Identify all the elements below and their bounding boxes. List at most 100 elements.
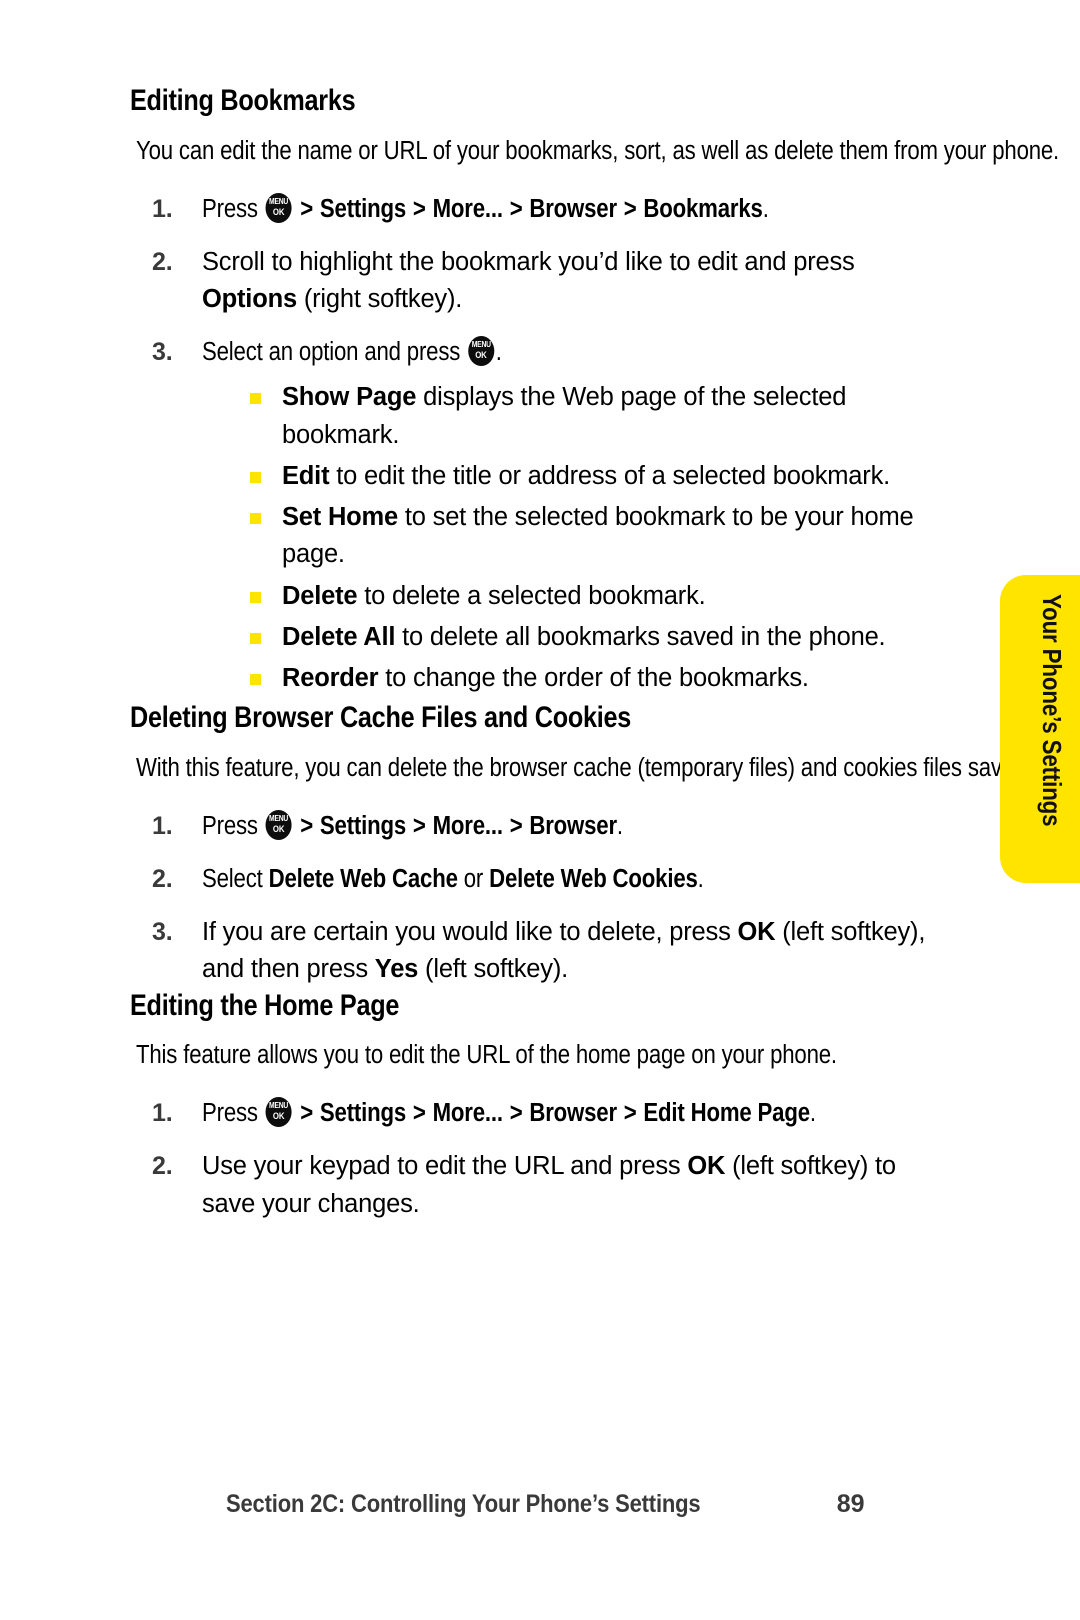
path-segment-bookmarks: Bookmarks <box>643 194 763 223</box>
step-text-lead: Use your keypad to edit the URL and pres… <box>202 1152 688 1181</box>
heading-text: Editing the Home Page <box>130 988 400 1022</box>
path-chevron: > <box>406 1099 432 1128</box>
menu-ok-key-icon: MENU OK <box>467 336 495 367</box>
section-intro-editing-bookmarks: You can edit the name or URL of your boo… <box>136 133 1059 171</box>
menu-key-top-label: MENU <box>269 812 289 823</box>
menu-key-bottom-label: OK <box>272 206 285 217</box>
step-number: 1. <box>152 811 173 840</box>
bullet-term: Reorder <box>282 663 379 692</box>
path-chevron: > <box>617 194 643 223</box>
step-item: 1. Press MENU OK > Settings > More... > B… <box>130 191 950 228</box>
menu-key-bottom-label: OK <box>272 1111 285 1122</box>
intro-text: With this feature, you can delete the br… <box>136 753 1080 782</box>
step-number: 2. <box>152 247 173 276</box>
bullet-description: to edit the title or address of a select… <box>329 461 890 490</box>
step-item: 1. Press MENU OK > Settings > More... > B… <box>130 1095 950 1132</box>
path-chevron: > <box>503 1099 529 1128</box>
step-text-trail: (left softkey). <box>418 955 569 984</box>
step-text: Press MENU OK > Settings > More... > Brow… <box>202 809 686 840</box>
step-number: 2. <box>152 864 173 893</box>
path-chevron: > <box>294 1099 320 1128</box>
step-text-lead: Select <box>202 864 269 893</box>
bullet-description: to delete a selected bookmark. <box>357 581 706 610</box>
square-bullet-icon <box>250 673 261 685</box>
square-bullet-icon <box>250 393 261 405</box>
path-chevron: > <box>617 1099 643 1128</box>
step-number: 2. <box>152 1152 173 1181</box>
bullet-term: Set Home <box>282 503 399 532</box>
step-item: 3. Select an option and press MENU OK. <box>130 334 950 371</box>
list-item: Delete to delete a selected bookmark. <box>242 578 950 615</box>
list-item: Set Home to set the selected bookmark to… <box>242 499 950 573</box>
step-text: If you are certain you would like to del… <box>202 918 925 983</box>
step-bold-options: Options <box>202 284 297 313</box>
step-item: 1. Press MENU OK > Settings > More... > B… <box>130 808 950 845</box>
path-segment-browser: Browser <box>529 194 617 223</box>
chapter-thumb-tab: Your Phone’s Settings <box>1000 575 1080 883</box>
step-bold-ok: OK <box>687 1152 726 1181</box>
square-bullet-icon <box>250 632 261 644</box>
step-text-trail: . <box>697 864 704 893</box>
path-segment-edit-home-page: Edit Home Page <box>643 1099 810 1128</box>
list-item: Show Page displays the Web page of the s… <box>242 379 950 453</box>
step-list-editing-bookmarks: 1. Press MENU OK > Settings > More... > B… <box>130 191 950 372</box>
step-suffix: . <box>762 194 769 223</box>
list-item: Edit to edit the title or address of a s… <box>242 458 950 495</box>
step-prefix: Press <box>202 1099 264 1128</box>
footer-page-number: 89 <box>836 1490 865 1518</box>
step-list-editing-home-page: 1. Press MENU OK > Settings > More... > B… <box>130 1095 950 1223</box>
path-segment-browser: Browser <box>529 1099 617 1128</box>
chapter-thumb-tab-label: Your Phone’s Settings <box>1037 593 1068 827</box>
menu-key-top-label: MENU <box>269 195 289 206</box>
list-item: Delete All to delete all bookmarks saved… <box>242 619 950 656</box>
path-segment-more: More... <box>432 1099 503 1128</box>
footer-section-title: Section 2C: Controlling Your Phone’s Set… <box>225 1490 701 1518</box>
step-bold-delete-web-cookies: Delete Web Cookies <box>489 864 698 893</box>
step-text-lead: Select an option and press <box>202 338 467 367</box>
menu-key-bottom-label: OK <box>272 823 285 834</box>
section-heading-deleting-browser-cache: Deleting Browser Cache Files and Cookies <box>130 701 950 736</box>
bullet-list-bookmark-options: Show Page displays the Web page of the s… <box>130 379 950 697</box>
section-heading-editing-bookmarks: Editing Bookmarks <box>130 84 950 119</box>
bullet-term: Edit <box>282 461 330 490</box>
step-prefix: Press <box>202 194 264 223</box>
step-text-lead: If you are certain you would like to del… <box>202 918 738 947</box>
path-chevron: > <box>503 811 529 840</box>
step-text-trail: . <box>495 338 502 367</box>
step-bold-delete-web-cache: Delete Web Cache <box>268 864 458 893</box>
path-segment-settings: Settings <box>319 811 407 840</box>
step-prefix: Press <box>202 811 264 840</box>
menu-ok-key-icon: MENU OK <box>265 192 292 223</box>
section-intro-editing-home-page: This feature allows you to edit the URL … <box>136 1037 950 1075</box>
square-bullet-icon <box>250 513 261 525</box>
intro-text: This feature allows you to edit the URL … <box>136 1041 837 1070</box>
step-bold-ok: OK <box>737 918 776 947</box>
intro-text: You can edit the name or URL of your boo… <box>136 136 1060 165</box>
path-chevron: > <box>294 811 320 840</box>
step-text: Select Delete Web Cache or Delete Web Co… <box>202 865 779 893</box>
step-text-lead: Scroll to highlight the bookmark you’d l… <box>202 247 855 276</box>
path-chevron: > <box>406 194 432 223</box>
bullet-term: Show Page <box>282 383 417 412</box>
menu-key-bottom-label: OK <box>475 350 487 361</box>
manual-page: Editing Bookmarks You can edit the name … <box>0 0 1080 1620</box>
list-item: Reorder to change the order of the bookm… <box>242 660 950 697</box>
menu-ok-key-icon: MENU OK <box>265 1097 292 1128</box>
step-list-deleting-browser-cache: 1. Press MENU OK > Settings > More... > B… <box>130 808 950 989</box>
step-number: 3. <box>152 338 173 367</box>
footer-section-title-wrap: Section 2C: Controlling Your Phone’s Set… <box>226 1490 765 1519</box>
step-item: 2. Select Delete Web Cache or Delete Web… <box>130 861 950 898</box>
bullet-term: Delete All <box>282 622 396 651</box>
step-suffix: . <box>616 811 623 840</box>
menu-key-top-label: MENU <box>471 339 491 350</box>
path-segment-more: More... <box>432 194 503 223</box>
step-text: Select an option and press MENU OK. <box>202 336 547 367</box>
heading-text: Editing Bookmarks <box>130 84 356 117</box>
bullet-term: Delete <box>282 581 358 610</box>
step-suffix: . <box>809 1099 816 1128</box>
step-bold-yes: Yes <box>374 955 419 984</box>
section-heading-editing-home-page: Editing the Home Page <box>130 989 950 1024</box>
menu-ok-key-icon: MENU OK <box>265 809 292 840</box>
section-intro-deleting-browser-cache: With this feature, you can delete the br… <box>136 750 1080 788</box>
step-item: 2. Scroll to highlight the bookmark you’… <box>130 244 950 318</box>
